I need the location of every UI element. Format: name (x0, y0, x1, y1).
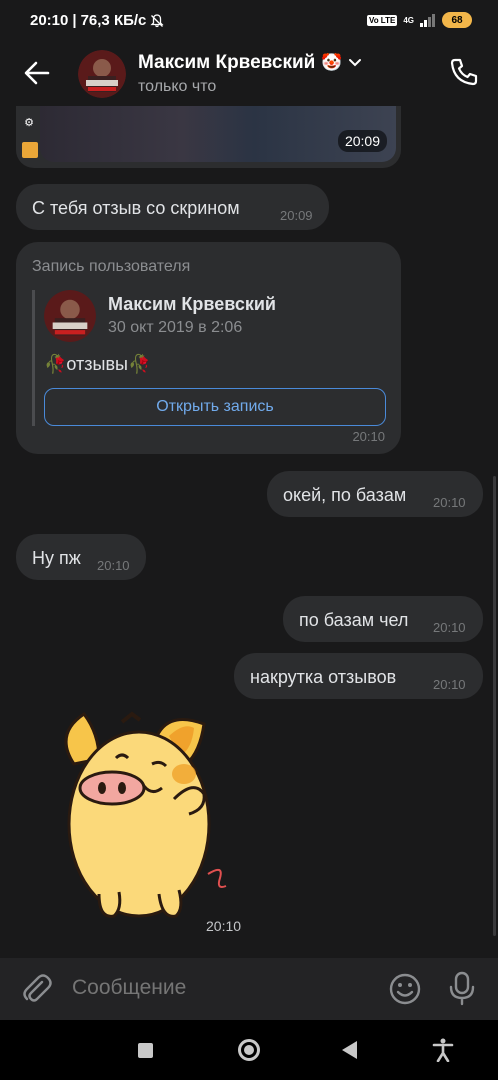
repost-date: 30 окт 2019 в 2:06 (108, 319, 243, 336)
back-button[interactable] (342, 1041, 357, 1059)
outgoing-message[interactable]: окей, по базам 20:10 (267, 471, 483, 517)
message-input[interactable] (72, 976, 362, 1000)
repost-header: Запись пользователя (32, 258, 191, 275)
system-nav-bar (0, 1020, 498, 1080)
repost-author[interactable]: Максим Крвевский (108, 294, 276, 315)
status-time: 20:10 (30, 12, 69, 29)
message-time: 20:10 (206, 918, 242, 934)
message-text: накрутка отзывов (250, 667, 397, 687)
message-time: 20:10 (433, 495, 466, 510)
repost-text: 🥀отзывы🥀 (44, 354, 151, 374)
pig-sticker[interactable] (44, 704, 234, 924)
message-composer (0, 958, 498, 1020)
battery-indicator: 68 (442, 12, 472, 28)
mail-icon (22, 142, 38, 158)
image-message[interactable]: ⚙ 20:09 (16, 106, 401, 168)
phone-icon[interactable] (448, 56, 480, 88)
mute-bell-icon (150, 13, 164, 27)
smiley-icon[interactable] (388, 972, 422, 1006)
avatar[interactable] (78, 50, 126, 98)
status-left: 20:10 | 76,3 КБ/с (30, 12, 164, 29)
chat-header: Максим Крвевский 🤡 только что (0, 44, 498, 106)
signal-icon (420, 14, 435, 27)
accessibility-icon[interactable] (432, 1038, 454, 1062)
repost-divider (32, 290, 35, 426)
outgoing-message[interactable]: накрутка отзывов 20:10 (234, 653, 483, 699)
message-time: 20:09 (280, 208, 313, 223)
message-text: Ну пж (32, 548, 81, 568)
microphone-icon[interactable] (446, 970, 478, 1006)
chevron-down-icon (349, 59, 362, 67)
scrollbar[interactable] (493, 476, 496, 936)
contact-title[interactable]: Максим Крвевский 🤡 (138, 52, 362, 74)
recents-button[interactable] (138, 1043, 153, 1058)
arrow-left-icon[interactable] (22, 58, 52, 88)
contact-status: только что (138, 78, 217, 95)
incoming-message[interactable]: С тебя отзыв со скрином 20:09 (16, 184, 329, 230)
message-time: 20:10 (433, 677, 466, 692)
message-list[interactable]: ⚙ 20:09 С тебя отзыв со скрином 20:09 За… (0, 106, 498, 958)
message-text: по базам чел (299, 610, 409, 630)
message-text: окей, по базам (283, 485, 407, 505)
network-type: 4G (403, 15, 414, 25)
gear-icon: ⚙ (24, 117, 34, 129)
outgoing-message[interactable]: по базам чел 20:10 (283, 596, 483, 642)
message-time: 20:10 (352, 429, 385, 444)
avatar[interactable] (44, 290, 96, 342)
paperclip-icon[interactable] (20, 972, 54, 1006)
incoming-message[interactable]: Ну пж 20:10 (16, 534, 146, 580)
message-time: 20:09 (337, 130, 387, 152)
open-post-button[interactable]: Открыть запись (44, 388, 386, 426)
volte-badge: Vo LTE (366, 14, 398, 26)
message-text: С тебя отзыв со скрином (32, 198, 240, 218)
message-time: 20:10 (433, 620, 466, 635)
home-button[interactable] (238, 1039, 260, 1061)
status-right: Vo LTE 4G 68 (366, 12, 472, 28)
repost-message[interactable]: Запись пользователя Максим Крвевский 30 … (16, 242, 401, 454)
status-net-speed: 76,3 КБ/с (80, 12, 147, 29)
clown-emoji: 🤡 (321, 53, 343, 72)
message-time: 20:10 (97, 558, 130, 573)
contact-name: Максим Крвевский (138, 52, 316, 73)
status-bar: 20:10 | 76,3 КБ/с Vo LTE 4G 68 (0, 0, 498, 44)
